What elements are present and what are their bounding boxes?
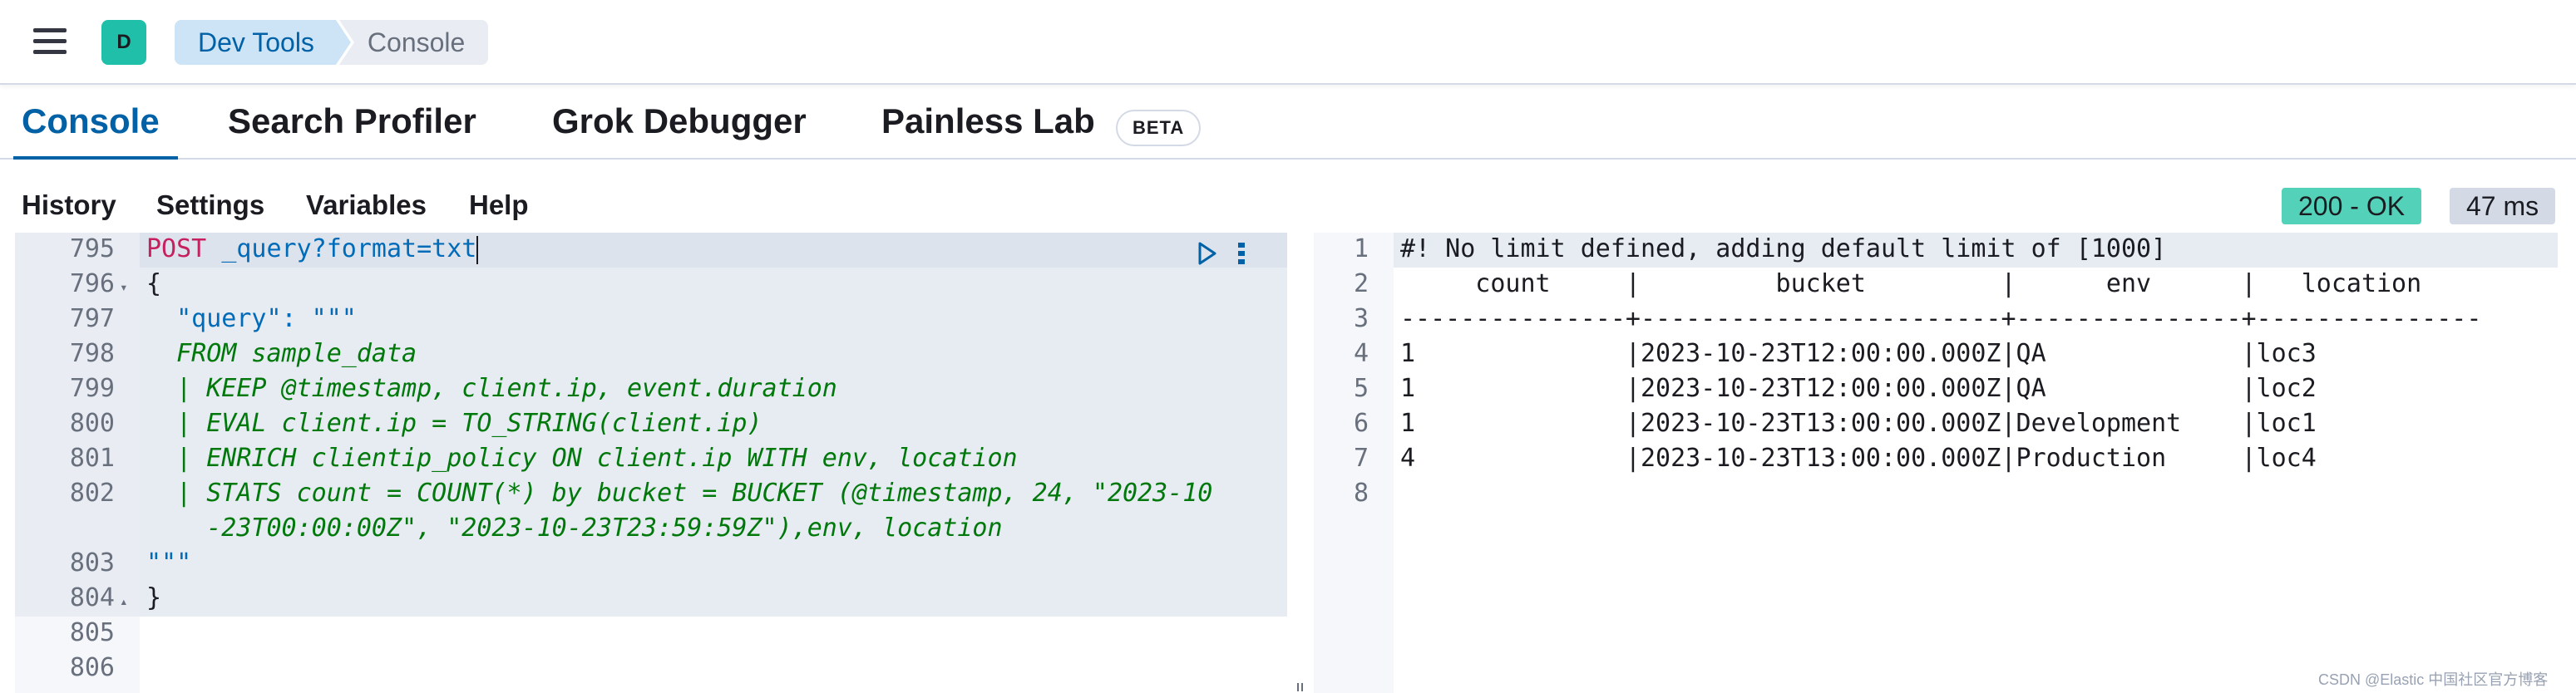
code-line: -23T00:00:00Z", "2023-10-23T23:59:59Z"),… (146, 514, 1003, 543)
line-number: 3 (1353, 304, 1369, 333)
line-number: 803 (69, 548, 115, 578)
watermark: CSDN @Elastic 中国社区官方博客 (2318, 671, 2549, 688)
code-line: | KEEP @timestamp, client.ip, event.dura… (146, 374, 837, 403)
breadcrumb-dev-tools[interactable]: Dev Tools (175, 20, 351, 65)
line-number: 801 (69, 444, 115, 473)
code-line: | STATS count = COUNT(*) by bucket = BUC… (146, 479, 1213, 508)
beta-badge: BETA (1116, 110, 1202, 146)
response-table-separator: ---------------+------------------------… (1400, 304, 2482, 333)
help-link[interactable]: Help (469, 189, 529, 221)
code-line: "query": """ (146, 304, 357, 333)
dev-tools-tabs: Console Search Profiler Grok Debugger Pa… (0, 85, 2576, 160)
send-request-icon[interactable] (1192, 239, 1221, 268)
tab-search-profiler[interactable]: Search Profiler (228, 101, 476, 141)
code-line: """ (146, 548, 192, 578)
space-avatar[interactable]: D (101, 20, 146, 65)
history-link[interactable]: History (22, 189, 116, 221)
line-number: 796 (69, 269, 115, 298)
code-line: | ENRICH clientip_policy ON client.ip WI… (146, 444, 1018, 473)
line-number: 7 (1353, 444, 1369, 473)
line-number: 804 (69, 583, 115, 612)
code-line: | EVAL client.ip = TO_STRING(client.ip) (146, 409, 762, 438)
line-number: 805 (69, 618, 115, 647)
line-number: 1 (1353, 234, 1369, 263)
line-number: 802 (69, 479, 115, 508)
response-table-header: count | bucket | env | location (1400, 269, 2482, 298)
line-number: 798 (69, 339, 115, 368)
line-number: 799 (69, 374, 115, 403)
line-number: 795 (69, 234, 115, 263)
line-number: 6 (1353, 409, 1369, 438)
response-line: #! No limit defined, adding default limi… (1400, 234, 2167, 263)
breadcrumb-console: Console (338, 20, 489, 65)
variables-link[interactable]: Variables (306, 189, 427, 221)
response-table-row: 1 |2023-10-23T12:00:00.000Z|QA |loc3 (1400, 339, 2482, 368)
request-path: _query?format=txt (221, 234, 477, 263)
fold-expand-icon[interactable]: ▴ (120, 593, 128, 609)
line-number: 4 (1353, 339, 1369, 368)
code-line: FROM sample_data (146, 339, 417, 368)
pane-resize-handle[interactable] (1295, 681, 1305, 693)
breadcrumb: Dev Tools Console (175, 20, 489, 65)
active-tab-indicator (13, 156, 178, 160)
line-number: 5 (1353, 374, 1369, 403)
response-viewer[interactable]: 1 2 3 4 5 6 7 8 #! No limit defined, add… (1314, 233, 2576, 693)
response-status-badge: 200 - OK (2282, 188, 2422, 224)
response-table-row: 1 |2023-10-23T12:00:00.000Z|QA |loc2 (1400, 374, 2482, 403)
top-header: D Dev Tools Console (0, 0, 2576, 85)
tab-grok-debugger[interactable]: Grok Debugger (552, 101, 807, 141)
code-line: } (146, 583, 162, 612)
request-line: POST _query?format=txt (146, 234, 479, 264)
fold-collapse-icon[interactable]: ▾ (120, 279, 128, 295)
more-actions-icon[interactable] (1231, 239, 1252, 268)
line-number: 806 (69, 653, 115, 682)
code-line: { (146, 269, 162, 298)
line-number: 797 (69, 304, 115, 333)
tab-console[interactable]: Console (22, 101, 160, 141)
line-number: 2 (1353, 269, 1369, 298)
request-method: POST (146, 234, 207, 263)
request-editor[interactable]: 795 796 797 798 799 800 801 802 803 804 … (15, 233, 1287, 693)
text-cursor (476, 235, 479, 264)
settings-link[interactable]: Settings (156, 189, 264, 221)
response-table-row: 4 |2023-10-23T13:00:00.000Z|Production |… (1400, 444, 2482, 473)
tab-painless-lab[interactable]: Painless Lab (881, 101, 1095, 141)
line-number: 8 (1353, 479, 1369, 508)
response-table-row: 1 |2023-10-23T13:00:00.000Z|Development … (1400, 409, 2482, 438)
menu-icon[interactable] (33, 28, 67, 57)
line-number: 800 (69, 409, 115, 438)
response-time-badge: 47 ms (2450, 188, 2556, 224)
